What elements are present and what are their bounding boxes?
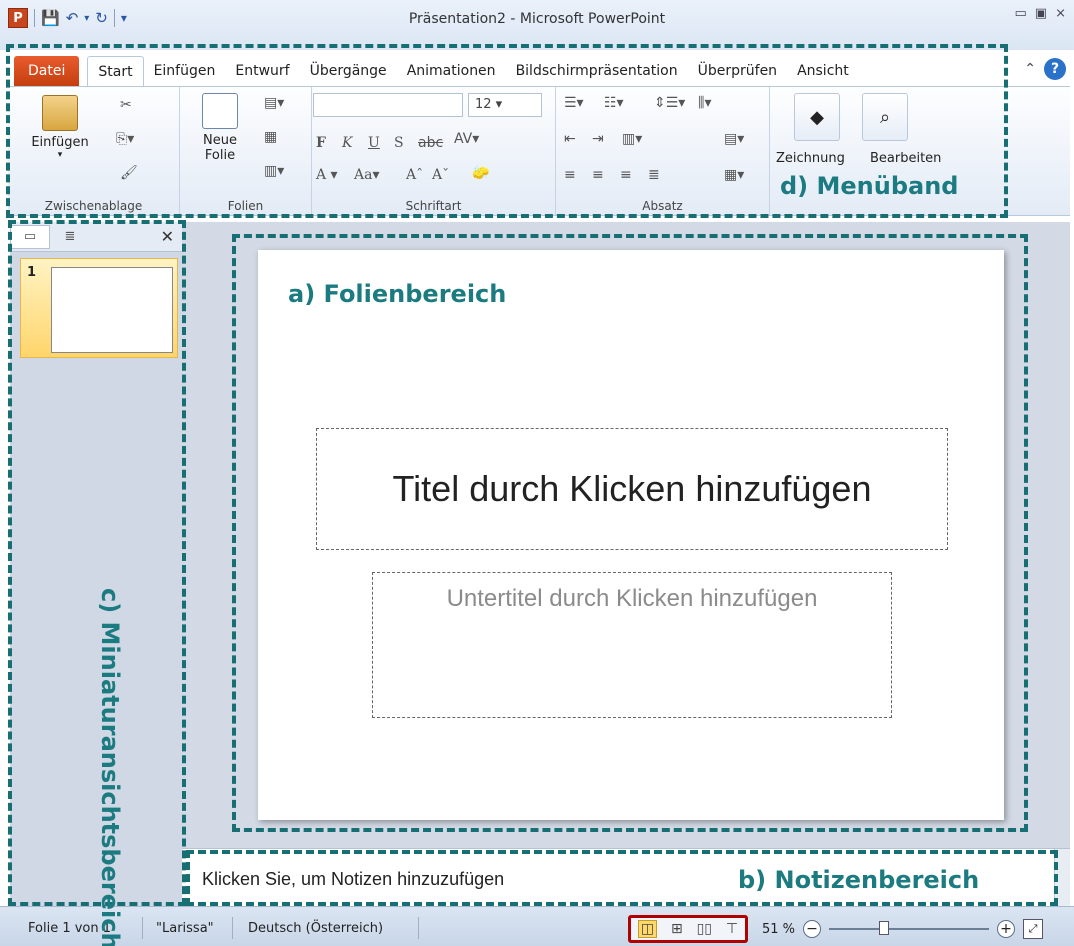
zoom-control: 51 % − + ⤢ (762, 919, 1044, 939)
annotation-label-slide-area: a) Folienbereich (288, 280, 507, 308)
annotation-label-notes: b) Notizenbereich (738, 866, 980, 894)
slideshow-icon[interactable]: ⊤ (726, 921, 738, 937)
zoom-slider[interactable] (829, 921, 990, 935)
zoom-out-icon[interactable]: − (803, 920, 822, 938)
maximize-icon[interactable]: ▣ (1035, 6, 1047, 21)
minimize-icon[interactable]: ▭ (1015, 6, 1027, 21)
reading-view-icon[interactable]: ▯▯ (697, 921, 712, 937)
help-icon[interactable]: ? (1044, 58, 1066, 80)
window-title: Präsentation2 - Microsoft PowerPoint (408, 11, 666, 27)
status-bar: Folie 1 von 1 "Larissa" Deutsch (Österre… (0, 906, 1074, 946)
annotation-box-slide-area (232, 234, 1028, 832)
zoom-level[interactable]: 51 % (762, 922, 795, 937)
view-buttons: ◫ ⊞ ▯▯ ⊤ (628, 915, 748, 943)
title-bar: P 💾 ↶ ▾ ↻ ▾ Präsentation2 - Microsoft Po… (0, 0, 1074, 50)
annotation-label-thumbnails: c) Miniaturansichtsbereich (96, 588, 124, 946)
zoom-slider-thumb[interactable] (879, 921, 890, 935)
slide-sorter-icon[interactable]: ⊞ (671, 921, 683, 937)
fit-to-window-icon[interactable]: ⤢ (1023, 919, 1044, 939)
separator (142, 917, 143, 939)
normal-view-icon[interactable]: ◫ (637, 920, 658, 938)
zoom-in-icon[interactable]: + (997, 920, 1016, 938)
separator (418, 917, 419, 939)
close-icon[interactable]: ⨯ (1055, 6, 1066, 21)
annotation-label-ribbon: d) Menüband (780, 172, 959, 200)
language-indicator[interactable]: Deutsch (Österreich) (248, 921, 383, 936)
theme-name[interactable]: "Larissa" (156, 921, 214, 936)
minimize-ribbon-icon[interactable]: ⌃ (1024, 61, 1036, 77)
window-controls: ▭ ▣ ⨯ (1015, 6, 1067, 21)
tabs-right-controls: ⌃ ? (1024, 58, 1066, 80)
separator (232, 917, 233, 939)
